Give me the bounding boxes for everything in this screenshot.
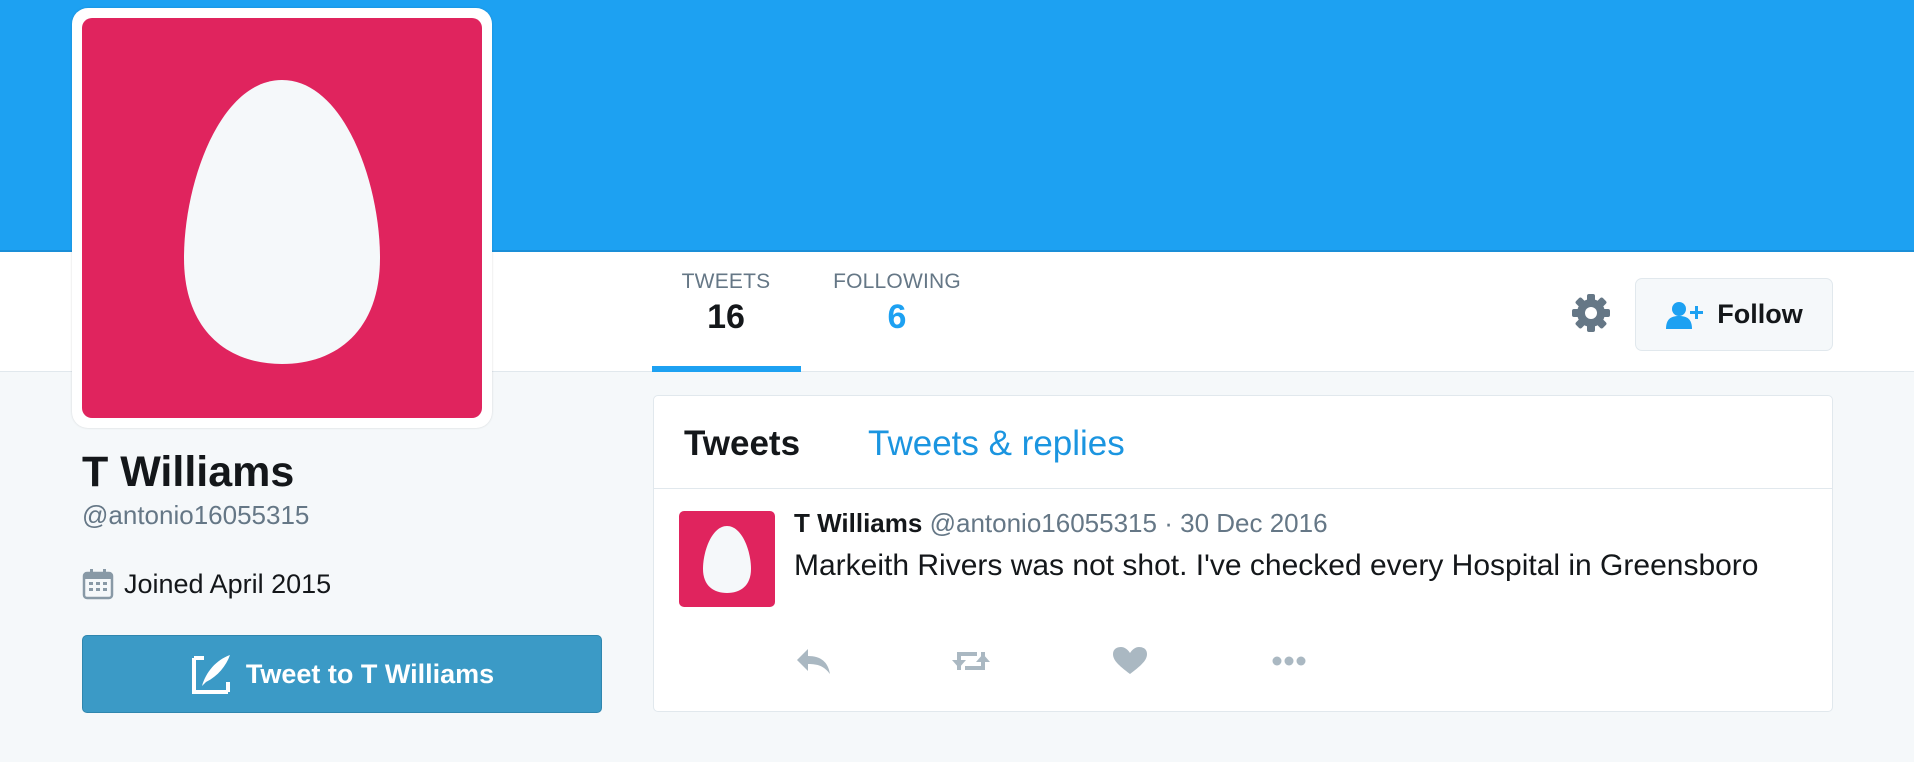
calendar-icon: [82, 569, 114, 600]
reply-icon[interactable]: [794, 646, 834, 676]
add-user-icon: [1666, 301, 1704, 329]
tweet-avatar[interactable]: [679, 511, 775, 607]
tweet-date[interactable]: 30 Dec 2016: [1180, 508, 1327, 538]
tweet-header: T Williams @antonio16055315 · 30 Dec 201…: [794, 508, 1328, 539]
joined-text: Joined April 2015: [124, 568, 332, 599]
timeline-panel: Tweets Tweets & replies T Williams @anto…: [653, 395, 1833, 712]
stat-following[interactable]: FOLLOWING 6: [830, 270, 964, 337]
tweet-text: Markeith Rivers was not shot. I've check…: [794, 549, 1759, 582]
follow-button-label: Follow: [1717, 299, 1803, 329]
retweet-icon[interactable]: [951, 646, 991, 676]
tweet-author-handle[interactable]: @antonio16055315: [930, 508, 1157, 538]
profile-name[interactable]: T Williams: [82, 448, 294, 497]
stat-tweets-count: 16: [707, 298, 745, 336]
tweet-separator: ·: [1164, 508, 1173, 538]
follow-button[interactable]: Follow: [1635, 278, 1833, 351]
compose-icon: [191, 655, 230, 694]
profile-handle[interactable]: @antonio16055315: [82, 500, 309, 531]
tab-tweets[interactable]: Tweets: [684, 424, 800, 464]
stat-tweets-label: TWEETS: [681, 270, 771, 293]
stat-following-label: FOLLOWING: [833, 270, 961, 293]
gear-icon[interactable]: [1570, 292, 1612, 334]
tweet-author-name[interactable]: T Williams: [794, 508, 922, 538]
egg-icon: [184, 80, 380, 364]
timeline-tabs: Tweets Tweets & replies: [654, 396, 1832, 489]
like-icon[interactable]: [1110, 646, 1150, 676]
more-icon[interactable]: [1269, 646, 1309, 676]
profile-avatar[interactable]: [72, 8, 492, 428]
tweet-to-label: Tweet to T Williams: [245, 658, 495, 689]
active-stat-indicator: [652, 366, 801, 372]
avatar-image: [82, 18, 482, 418]
joined-date: Joined April 2015: [82, 568, 331, 600]
stat-tweets[interactable]: TWEETS 16: [680, 270, 772, 337]
egg-icon: [703, 526, 751, 593]
tab-tweets-replies[interactable]: Tweets & replies: [868, 424, 1125, 464]
tweet-to-button[interactable]: Tweet to T Williams: [82, 635, 602, 713]
stat-following-count: 6: [887, 298, 907, 336]
